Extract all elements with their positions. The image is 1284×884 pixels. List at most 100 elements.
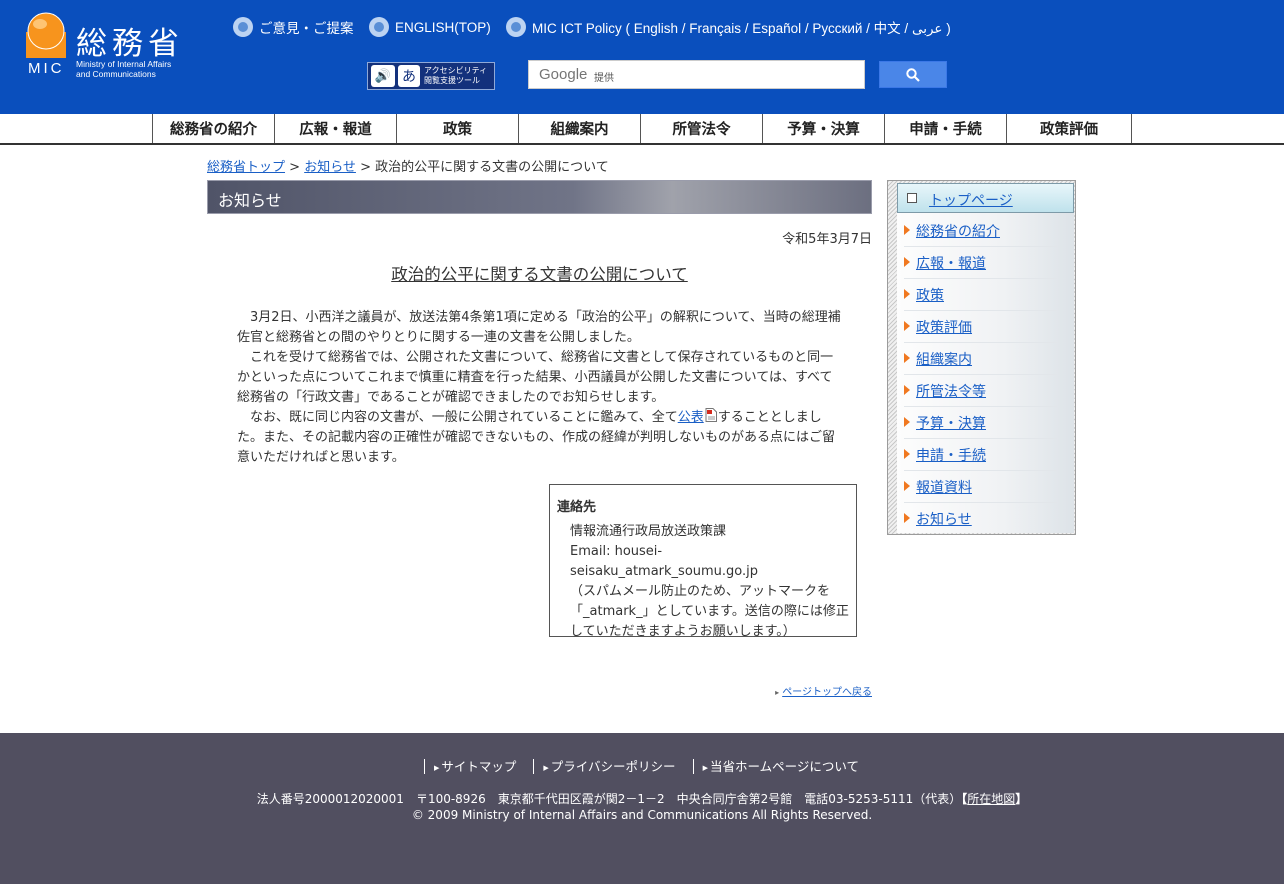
triangle-right-icon: ▶ <box>543 764 549 772</box>
triangle-right-icon: ▶ <box>702 764 708 772</box>
arrow-right-icon <box>904 225 910 235</box>
breadcrumb-separator: > <box>355 160 376 175</box>
google-brand: Google <box>539 66 588 83</box>
radio-bullet-icon <box>506 17 526 37</box>
map-bracket-close: 】 <box>1015 792 1028 806</box>
nav-item-applications[interactable]: 申請・手続 <box>884 114 1006 143</box>
side-item: 組織案内 <box>904 342 1057 375</box>
side-link-budget[interactable]: 予算・決算 <box>916 413 986 433</box>
radio-bullet-icon <box>369 17 389 37</box>
footer-address: 法人番号2000012020001 〒100-8926 東京都千代田区霞が関2－… <box>0 790 1284 807</box>
side-link-laws[interactable]: 所管法令等 <box>916 381 986 401</box>
side-item: 総務省の紹介 <box>904 214 1057 247</box>
breadcrumb-current: 政治的公平に関する文書の公開について <box>375 160 609 175</box>
contact-note: （スパムメール防止のため、アットマークを「_atmark_」としています。送信の… <box>570 584 849 639</box>
contact-heading: 連絡先 <box>557 500 597 515</box>
footer-address-text: 法人番号2000012020001 〒100-8926 東京都千代田区霞が関2－… <box>256 792 962 806</box>
arrow-right-icon <box>904 417 910 427</box>
side-link-press-releases[interactable]: 報道資料 <box>916 477 972 497</box>
logo-en-line1: Ministry of Internal Affairs <box>76 59 172 69</box>
copyright: © 2009 Ministry of Internal Affairs and … <box>411 808 873 822</box>
ict-policy-link-label: MIC ICT Policy ( English / Français / Es… <box>532 21 951 36</box>
breadcrumb: 総務省トップ > お知らせ > 政治的公平に関する文書の公開について <box>207 156 609 175</box>
side-item: 報道資料 <box>904 470 1057 503</box>
side-link-press[interactable]: 広報・報道 <box>916 253 986 273</box>
publish-date: 令和5年3月7日 <box>782 232 872 247</box>
nav-item-about[interactable]: 総務省の紹介 <box>152 114 274 143</box>
article-paragraph-3: なお、既に同じ内容の文書が、一般に公開されていることに鑑みて、全て公表 することと… <box>237 408 841 468</box>
breadcrumb-news-link[interactable]: お知らせ <box>304 160 356 175</box>
global-nav: 総務省の紹介 広報・報道 政策 組織案内 所管法令 予算・決算 申請・手続 政策… <box>0 114 1284 145</box>
nav-item-organization[interactable]: 組織案内 <box>518 114 640 143</box>
article-body: 3月2日、小西洋之議員が、放送法第4条第1項に定める「政治的公平」の解釈について… <box>237 308 841 468</box>
article-paragraph-1: 3月2日、小西洋之議員が、放送法第4条第1項に定める「政治的公平」の解釈について… <box>237 310 841 345</box>
opinion-link[interactable]: ご意見・ご提案 <box>233 17 354 37</box>
contact-email: Email: housei-seisaku_atmark_soumu.go.jp <box>570 544 759 579</box>
triangle-right-icon: ▸ <box>775 688 780 697</box>
side-link-top-page[interactable]: トップページ <box>929 190 1013 210</box>
opinion-link-label: ご意見・ご提案 <box>259 21 354 36</box>
page-top-link[interactable]: ページトップへ戻る <box>782 687 872 698</box>
site-footer: ▶ サイトマップ ▶ プライバシーポリシー ▶ 当省ホームページについて 法人番号20… <box>0 733 1284 884</box>
side-link-evaluation[interactable]: 政策評価 <box>916 317 972 337</box>
search-button[interactable] <box>879 61 947 88</box>
arrow-right-icon <box>904 449 910 459</box>
speaker-icon: 🔊 <box>371 65 395 87</box>
mic-logo[interactable]: 総務省 MIC Ministry of Internal Affairs and… <box>26 12 208 80</box>
arrow-right-icon <box>904 257 910 267</box>
footer-link-sitemap[interactable]: ▶ サイトマップ <box>424 759 533 774</box>
accessibility-label: アクセシビリティ 閲覧支援ツール <box>424 66 487 86</box>
side-link-news[interactable]: お知らせ <box>916 509 972 529</box>
side-item: 申請・手続 <box>904 438 1057 471</box>
search-input[interactable]: Google 提供 <box>528 60 865 89</box>
nav-item-policy[interactable]: 政策 <box>396 114 518 143</box>
arrow-right-icon <box>904 289 910 299</box>
paragraph-3-text-before: なお、既に同じ内容の文書が、一般に公開されていることに鑑みて、全て <box>250 410 678 425</box>
logo-en-line2: and Communications <box>76 69 156 79</box>
side-menu: トップページ 総務省の紹介 広報・報道 政策 政策評価 組織案内 所管法令等 予… <box>887 180 1076 535</box>
publication-pdf-link[interactable]: 公表 <box>678 410 704 425</box>
footer-link-about-site-label: 当省ホームページについて <box>709 759 859 774</box>
footer-link-about-site[interactable]: ▶ 当省ホームページについて <box>692 759 876 774</box>
search-provided-label: 提供 <box>594 73 614 84</box>
map-link[interactable]: 所在地図 <box>967 792 1015 806</box>
logo-english: Ministry of Internal Affairs and Communi… <box>76 59 171 79</box>
nav-item-budget[interactable]: 予算・決算 <box>762 114 884 143</box>
arrow-right-icon <box>904 481 910 491</box>
side-item: 政策 <box>904 278 1057 311</box>
page-title-text: 政治的公平に関する文書の公開について <box>391 265 688 284</box>
ict-policy-link[interactable]: MIC ICT Policy ( English / Français / Es… <box>506 17 951 37</box>
logo-globe-icon <box>26 12 66 58</box>
triangle-right-icon: ▶ <box>434 764 440 772</box>
footer-link-privacy[interactable]: ▶ プライバシーポリシー <box>533 759 692 774</box>
logo-abbr: MIC <box>28 60 65 77</box>
page-top-link-wrap: ▸ ページトップへ戻る <box>775 683 872 698</box>
square-bullet-icon <box>907 193 917 203</box>
logo-kanji: 総務省 <box>76 26 184 62</box>
footer-links: ▶ サイトマップ ▶ プライバシーポリシー ▶ 当省ホームページについて <box>424 759 876 774</box>
accessibility-tool-button[interactable]: 🔊 あ アクセシビリティ 閲覧支援ツール <box>367 62 495 90</box>
section-title-bar: お知らせ <box>207 180 872 214</box>
article-paragraph-2: これを受けて総務省では、公開された文書について、総務省に文書として保存されている… <box>237 350 834 405</box>
nav-item-laws[interactable]: 所管法令 <box>640 114 762 143</box>
side-item: 所管法令等 <box>904 374 1057 407</box>
side-link-organization[interactable]: 組織案内 <box>916 349 972 369</box>
side-link-policy[interactable]: 政策 <box>916 285 944 305</box>
contact-department: 情報流通行政局放送政策課 <box>570 524 727 539</box>
side-item: 政策評価 <box>904 310 1057 343</box>
english-top-link[interactable]: ENGLISH(TOP) <box>369 17 491 37</box>
footer-link-sitemap-label: サイトマップ <box>441 759 517 774</box>
breadcrumb-home-link[interactable]: 総務省トップ <box>207 160 285 175</box>
side-menu-top: トップページ <box>897 183 1074 213</box>
side-item: 広報・報道 <box>904 246 1057 279</box>
footer-link-privacy-label: プライバシーポリシー <box>550 759 676 774</box>
english-top-link-label: ENGLISH(TOP) <box>395 19 491 35</box>
arrow-right-icon <box>904 353 910 363</box>
nav-item-press[interactable]: 広報・報道 <box>274 114 396 143</box>
side-link-about[interactable]: 総務省の紹介 <box>916 221 1000 241</box>
side-link-applications[interactable]: 申請・手続 <box>916 445 986 465</box>
side-item: 予算・決算 <box>904 406 1057 439</box>
nav-item-evaluation[interactable]: 政策評価 <box>1006 114 1132 143</box>
arrow-right-icon <box>904 513 910 523</box>
accessibility-label-line1: アクセシビリティ <box>424 66 488 75</box>
